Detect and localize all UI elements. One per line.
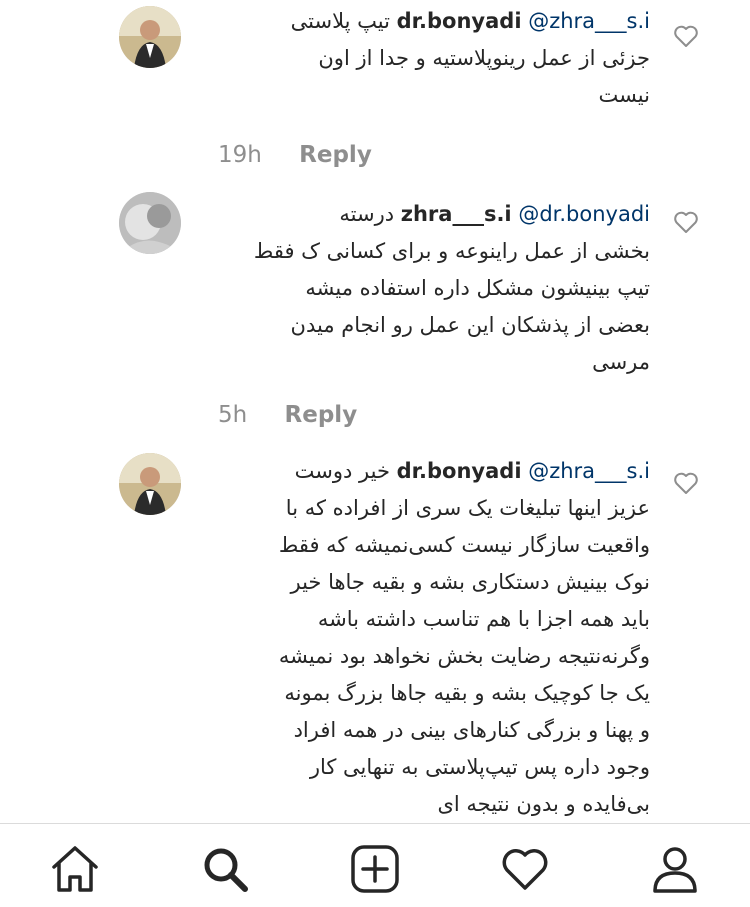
home-icon[interactable] [50,844,100,894]
comment-timestamp: 5h [218,402,248,428]
comment-text-line: باید همه اجزا با هم تناسب داشته باشه [317,607,650,631]
comment-timestamp: 19h [218,142,262,168]
avatar-dr-bonyadi[interactable] [119,453,181,515]
comment-text: خیر دوست [294,459,390,483]
comment-text-line: و پهنا و بزرگی کنارهای بینی در همه افراد [293,718,650,742]
comment-username[interactable]: zhra___s.i [401,202,512,226]
comment-mention[interactable]: @dr.bonyadi [518,202,650,226]
comment-text-line: بعضی از پذشکان این عمل رو انجام میدن [290,313,650,337]
profile-icon[interactable] [650,844,700,894]
comment-text: تیپ پلاستی [290,9,390,33]
avatar-dr-bonyadi[interactable] [119,6,181,68]
comment-text-line: جزئی از عمل رینوپلاستیه و جدا از اون [318,46,650,70]
comment-text-line: نوک بینیش دستکاری بشه و بقیه جاها خیر [290,570,650,594]
comment-text-line: بی‌فایده و بدون نتیجه ای [437,792,650,816]
comment-text: درسته [339,202,395,226]
comment-text-line: یک جا کوچیک بشه و بقیه جاها بزرگ بمونه [284,681,650,705]
reply-button[interactable]: Reply [285,402,358,428]
comment-text-line: واقعیت سازگار نیست کسی‌نمیشه که فقط [278,533,650,557]
like-heart-icon[interactable] [673,24,699,48]
bottom-nav-bar [0,823,750,907]
like-heart-icon[interactable] [673,210,699,234]
comment-mention[interactable]: @zhra___s.i [528,9,650,33]
comment-username[interactable]: dr.bonyadi [397,9,522,33]
comment-text-line: بخشی از عمل راینوعه و برای کسانی ک فقط [253,239,650,263]
comment-text-line: وجود داره پس تیپ‌پلاستی به تنهایی کار [309,755,650,779]
comment-text-line: تیپ بینیشون مشکل داره استفاده میشه [305,276,650,300]
reply-button[interactable]: Reply [299,142,372,168]
like-heart-icon[interactable] [673,471,699,495]
comment-text-line: عزیز اینها تبلیغات یک سری از افراده که ب… [285,496,650,520]
comment-mention[interactable]: @zhra___s.i [528,459,650,483]
comment-text-line: وگرنه‌نتیجه رضایت بخش نخواهد بود نمیشه [278,644,650,668]
comment-text-line: مرسی [592,350,650,374]
comment-text-line: نیست [598,83,650,107]
avatar-zhra-s-i[interactable] [119,192,181,254]
activity-heart-icon[interactable] [500,844,550,894]
comment-username[interactable]: dr.bonyadi [397,459,522,483]
new-post-icon[interactable] [350,844,400,894]
search-icon[interactable] [200,844,250,894]
